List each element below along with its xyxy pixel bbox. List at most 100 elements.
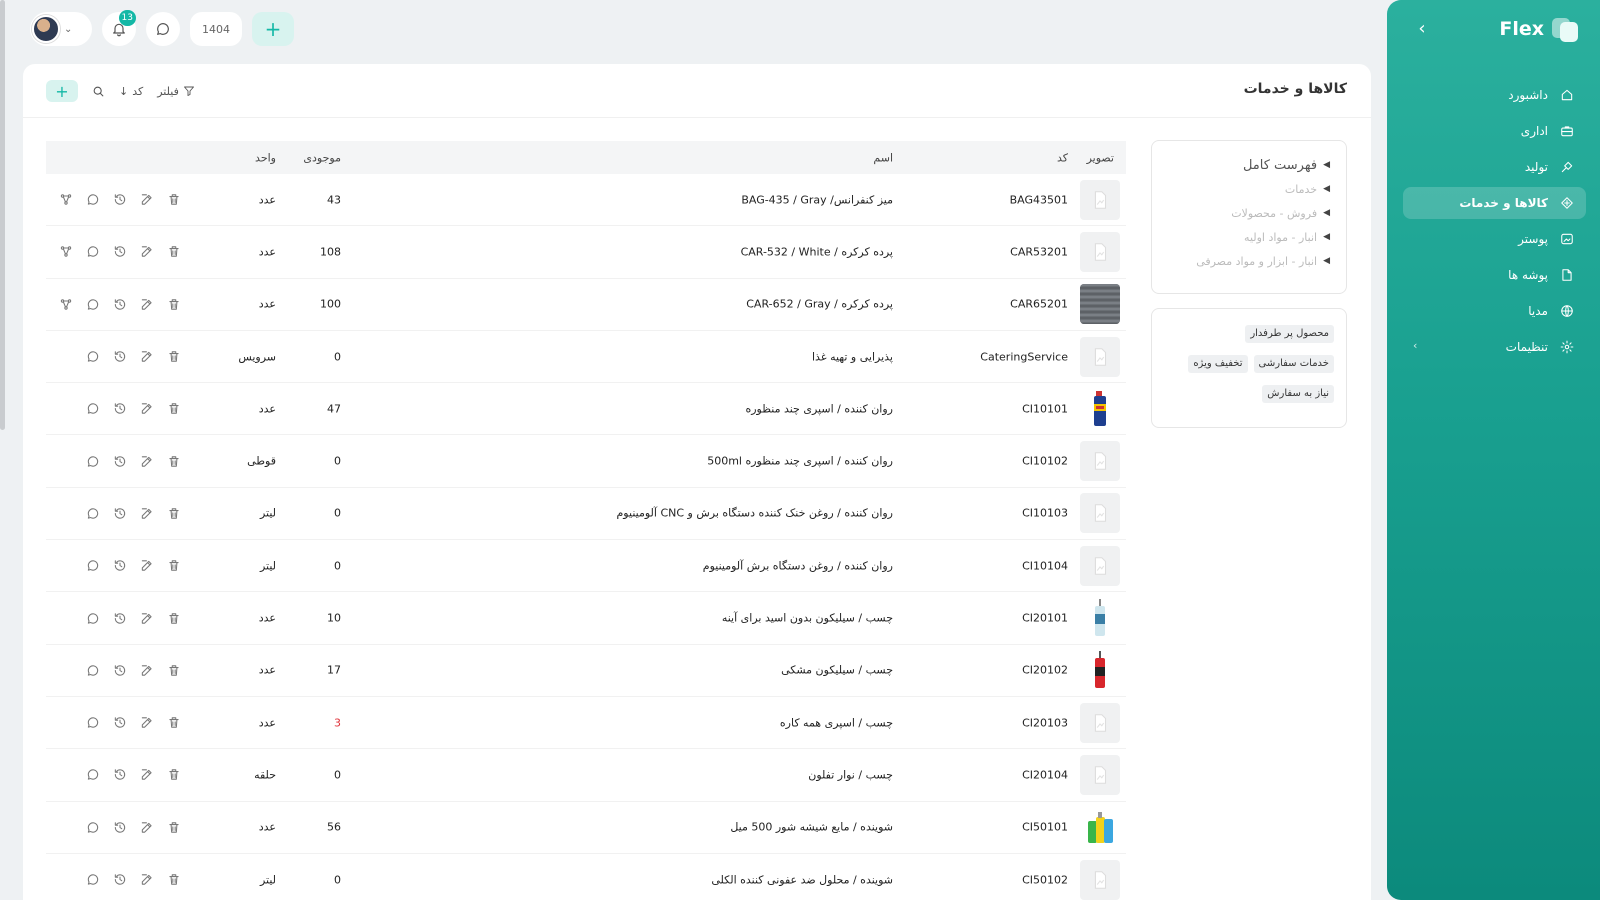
table-row[interactable]: BAG43501 میز کنفرانس/ BAG-435 / Gray 43 عدد (46, 174, 1126, 227)
edit-button[interactable] (139, 297, 154, 312)
table-row[interactable]: CI50101 شوینده / مایع شیشه شور 500 میل 56 ع… (46, 802, 1126, 854)
header-unit[interactable]: واحد (255, 151, 276, 164)
edit-button[interactable] (139, 454, 154, 469)
sidebar-item-2[interactable]: تولید (1403, 151, 1586, 183)
product-image[interactable] (1080, 284, 1120, 325)
product-image[interactable] (1080, 179, 1120, 220)
table-row[interactable]: CI20103 چسب / اسپری همه کاره 3 عدد (46, 697, 1126, 750)
product-image[interactable] (1080, 441, 1120, 482)
sidebar-item-1[interactable]: اداری (1403, 115, 1586, 147)
table-row[interactable]: CI10103 روان کننده / روغن خنک کننده دستگا… (46, 488, 1126, 541)
comments-button[interactable] (85, 297, 100, 312)
product-image[interactable] (1080, 650, 1120, 691)
product-image[interactable] (1080, 336, 1120, 377)
delete-button[interactable] (166, 767, 181, 782)
comments-button[interactable] (85, 244, 100, 259)
delete-button[interactable] (166, 349, 181, 364)
product-image[interactable] (1080, 231, 1120, 272)
history-button[interactable] (112, 611, 127, 626)
table-row[interactable]: CAR65201 پرده کرکره / CAR-652 / Gray 100 عد… (46, 279, 1126, 331)
user-menu[interactable]: ⌄ (30, 12, 92, 46)
fiscal-year-selector[interactable]: 1404 (190, 12, 242, 46)
table-row[interactable]: CI10101 روان کننده / اسپری چند منظوره 47 عد… (46, 383, 1126, 436)
comments-button[interactable] (85, 558, 100, 573)
variants-button[interactable] (58, 244, 73, 259)
history-button[interactable] (112, 349, 127, 364)
edit-button[interactable] (139, 558, 154, 573)
history-button[interactable] (112, 506, 127, 521)
tree-item[interactable]: ◀ فروش - محصولات (1168, 201, 1330, 225)
history-button[interactable] (112, 767, 127, 782)
delete-button[interactable] (166, 611, 181, 626)
product-image[interactable] (1080, 859, 1120, 900)
edit-button[interactable] (139, 820, 154, 835)
comments-button[interactable] (85, 401, 100, 416)
comments-button[interactable] (85, 663, 100, 678)
add-item-button[interactable]: + (46, 80, 78, 102)
history-button[interactable] (112, 244, 127, 259)
tree-item[interactable]: ◀ خدمات (1168, 177, 1330, 201)
header-stock[interactable]: موجودی (303, 151, 341, 164)
comments-button[interactable] (85, 349, 100, 364)
sort-button[interactable]: کد ↓ (119, 85, 143, 98)
history-button[interactable] (112, 558, 127, 573)
edit-button[interactable] (139, 244, 154, 259)
delete-button[interactable] (166, 820, 181, 835)
comments-button[interactable] (85, 192, 100, 207)
table-row[interactable]: CAR53201 پرده کرکره / CAR-532 / White 108 ع… (46, 226, 1126, 279)
tree-item[interactable]: ◀ انبار - ابزار و مواد مصرفی (1168, 249, 1330, 273)
comments-button[interactable] (85, 611, 100, 626)
edit-button[interactable] (139, 767, 154, 782)
history-button[interactable] (112, 663, 127, 678)
history-button[interactable] (112, 820, 127, 835)
sidebar-item-4[interactable]: پوستر (1403, 223, 1586, 255)
header-name[interactable]: اسم (873, 151, 893, 164)
delete-button[interactable] (166, 297, 181, 312)
chat-button[interactable] (146, 12, 180, 46)
sidebar-item-7[interactable]: ‹ تنظیمات (1403, 331, 1586, 363)
delete-button[interactable] (166, 454, 181, 469)
table-row[interactable]: CI50102 شوینده / محلول ضد عفونی کننده الک… (46, 854, 1126, 900)
product-image[interactable] (1080, 545, 1120, 586)
delete-button[interactable] (166, 558, 181, 573)
delete-button[interactable] (166, 401, 181, 416)
product-image[interactable] (1080, 702, 1120, 743)
tree-item[interactable]: ◀ انبار - مواد اولیه (1168, 225, 1330, 249)
edit-button[interactable] (139, 872, 154, 887)
tree-root[interactable]: ◀ فهرست کامل (1168, 153, 1330, 177)
comments-button[interactable] (85, 715, 100, 730)
comments-button[interactable] (85, 767, 100, 782)
history-button[interactable] (112, 872, 127, 887)
sidebar-item-0[interactable]: داشبورد (1403, 79, 1586, 111)
header-code[interactable]: کد (1057, 151, 1068, 164)
comments-button[interactable] (85, 454, 100, 469)
tag-chip[interactable]: خدمات سفارشی (1253, 355, 1334, 373)
history-button[interactable] (112, 454, 127, 469)
history-button[interactable] (112, 401, 127, 416)
edit-button[interactable] (139, 611, 154, 626)
table-row[interactable]: CateringService پذیرایی و تهیه غذا 0 سرویس (46, 331, 1126, 384)
sidebar-item-6[interactable]: مدیا (1403, 295, 1586, 327)
edit-button[interactable] (139, 506, 154, 521)
product-image[interactable] (1080, 754, 1120, 795)
notifications-button[interactable]: 13 (102, 10, 136, 46)
variants-button[interactable] (58, 192, 73, 207)
page-scrollbar[interactable] (0, 0, 5, 430)
table-row[interactable]: CI20101 چسب / سیلیکون بدون اسید برای آینه… (46, 592, 1126, 645)
tag-chip[interactable]: محصول پر طرفدار (1245, 325, 1334, 343)
edit-button[interactable] (139, 349, 154, 364)
collapse-sidebar-button[interactable]: ‹ (1413, 20, 1431, 38)
search-button[interactable] (92, 85, 105, 98)
product-image[interactable] (1080, 388, 1120, 429)
delete-button[interactable] (166, 244, 181, 259)
history-button[interactable] (112, 192, 127, 207)
variants-button[interactable] (58, 297, 73, 312)
delete-button[interactable] (166, 663, 181, 678)
comments-button[interactable] (85, 872, 100, 887)
product-image[interactable] (1080, 807, 1120, 848)
edit-button[interactable] (139, 192, 154, 207)
quick-add-button[interactable]: + (252, 12, 294, 46)
product-image[interactable] (1080, 493, 1120, 534)
comments-button[interactable] (85, 506, 100, 521)
tag-chip[interactable]: نیاز به سفارش (1262, 385, 1334, 403)
